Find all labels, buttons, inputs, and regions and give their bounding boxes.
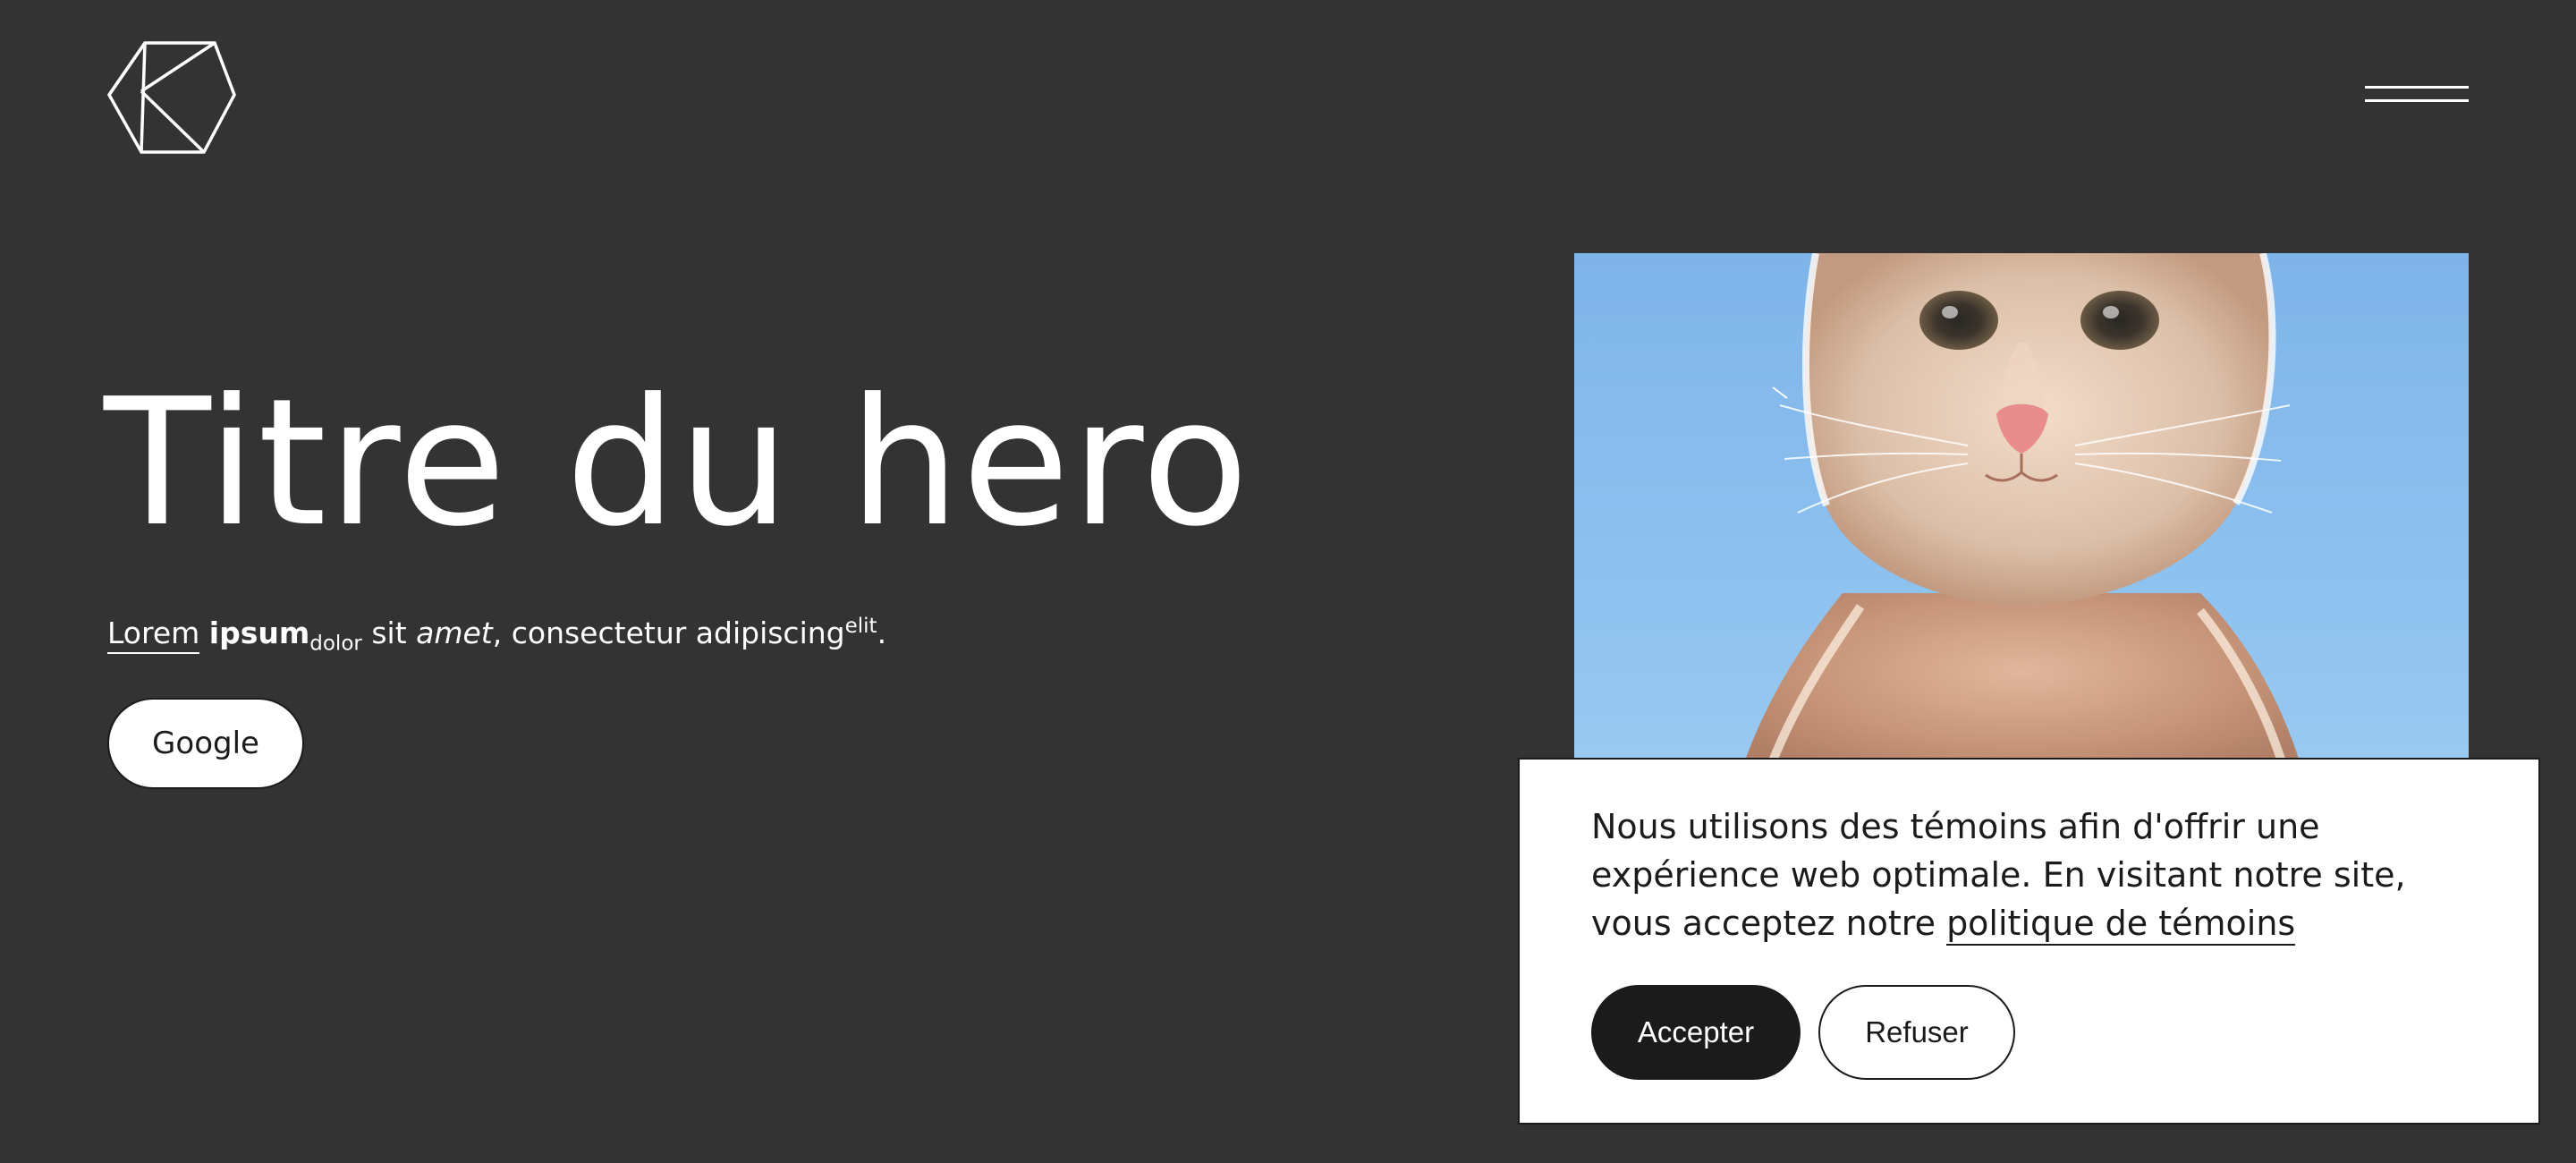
cookie-message: Nous utilisons des témoins afin d'offrir… xyxy=(1591,802,2495,947)
kitten-image xyxy=(1735,253,2308,790)
hexagon-k-logo-icon xyxy=(106,41,236,154)
hero-title: Titre du hero xyxy=(104,361,1251,565)
menu-line-bottom xyxy=(2365,99,2469,102)
refuse-button[interactable]: Refuser xyxy=(1818,985,2015,1080)
period-text: . xyxy=(877,615,887,650)
cookie-policy-link[interactable]: politique de témoins xyxy=(1946,904,2296,946)
google-button[interactable]: Google xyxy=(107,698,304,789)
hamburger-menu-icon[interactable] xyxy=(2365,86,2469,106)
accept-button[interactable]: Accepter xyxy=(1591,985,1801,1080)
sit-text: sit xyxy=(361,615,417,650)
amet-italic: amet xyxy=(416,615,493,650)
elit-superscript: elit xyxy=(844,615,877,638)
dolor-subscript: dolor xyxy=(309,632,362,656)
hero-text: Lorem ipsumdolor sit amet, consectetur a… xyxy=(107,614,886,658)
menu-line-top xyxy=(2365,86,2469,89)
consectetur-text: , consectetur adipiscing xyxy=(492,615,845,650)
ipsum-bold: ipsum xyxy=(208,615,310,650)
lorem-link[interactable]: Lorem xyxy=(107,615,200,654)
cookie-banner: Nous utilisons des témoins afin d'offrir… xyxy=(1518,758,2540,1125)
kitten-photo xyxy=(1574,253,2469,790)
logo[interactable] xyxy=(106,39,236,156)
